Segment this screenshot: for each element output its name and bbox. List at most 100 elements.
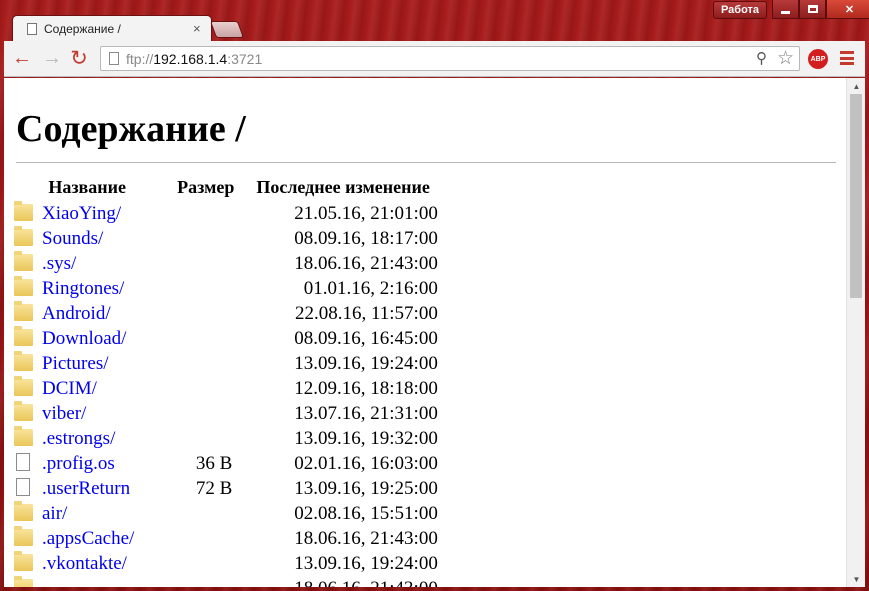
file-link[interactable]: .userReturn bbox=[42, 478, 130, 499]
file-link[interactable]: air/ bbox=[42, 503, 67, 524]
folder-icon bbox=[14, 350, 33, 371]
file-size-cell bbox=[134, 351, 234, 376]
file-modified-cell: 22.08.16, 11:57:00 bbox=[294, 302, 438, 324]
file-modified-cell: 21.05.16, 21:01:00 bbox=[294, 202, 438, 224]
file-name-cell: .profig.os bbox=[14, 451, 134, 476]
table-row: viber/13.07.16, 21:31:00 bbox=[14, 400, 438, 426]
file-link[interactable]: .vkontakte/ bbox=[42, 553, 127, 574]
zoom-icon[interactable]: ⚲ bbox=[756, 49, 767, 67]
file-name-cell bbox=[14, 575, 134, 587]
folder-icon bbox=[14, 550, 33, 571]
table-row: .appsCache/18.06.16, 21:43:00 bbox=[14, 525, 438, 551]
close-icon: ✕ bbox=[844, 3, 855, 16]
reload-button[interactable]: ↻ bbox=[68, 47, 90, 69]
file-name-cell: viber/ bbox=[14, 400, 134, 426]
file-modified-cell: 13.09.16, 19:24:00 bbox=[294, 552, 438, 574]
file-link[interactable]: viber/ bbox=[42, 403, 86, 424]
vertical-scrollbar[interactable]: ▲ ▼ bbox=[846, 78, 865, 587]
tab-close-icon[interactable]: × bbox=[193, 21, 201, 36]
column-header-size[interactable]: Размер bbox=[134, 176, 234, 201]
file-link[interactable]: XiaoYing/ bbox=[42, 203, 121, 224]
table-row: DCIM/12.09.16, 18:18:00 bbox=[14, 375, 438, 401]
file-link[interactable]: DCIM/ bbox=[42, 378, 97, 399]
table-row: XiaoYing/21.05.16, 21:01:00 bbox=[14, 200, 438, 226]
file-link[interactable]: .profig.os bbox=[42, 453, 115, 474]
file-name-cell: air/ bbox=[14, 500, 134, 526]
file-name-cell: Download/ bbox=[14, 325, 134, 351]
close-window-button[interactable]: ✕ bbox=[826, 0, 869, 19]
folder-icon bbox=[14, 250, 33, 271]
scroll-down-arrow-icon[interactable]: ▼ bbox=[847, 572, 866, 586]
file-link[interactable]: .estrongs/ bbox=[42, 428, 115, 449]
file-link[interactable]: Sounds/ bbox=[42, 228, 103, 249]
column-header-modified[interactable]: Последнее изменение bbox=[234, 176, 438, 201]
table-row: Sounds/08.09.16, 18:17:00 bbox=[14, 225, 438, 251]
folder-icon bbox=[14, 300, 33, 321]
forward-button[interactable]: → bbox=[41, 47, 63, 69]
address-bar[interactable]: ftp://192.168.1.4:3721 ⚲ ☆ bbox=[100, 46, 800, 71]
file-name-cell: .vkontakte/ bbox=[14, 550, 134, 576]
url-text[interactable]: ftp://192.168.1.4:3721 bbox=[126, 51, 262, 67]
menu-icon[interactable] bbox=[840, 51, 854, 65]
url-port: :3721 bbox=[227, 51, 263, 67]
page-icon bbox=[27, 23, 37, 35]
file-link[interactable]: Download/ bbox=[42, 328, 126, 349]
table-row: Android/22.08.16, 11:57:00 bbox=[14, 300, 438, 326]
file-icon bbox=[16, 452, 30, 471]
file-size-cell bbox=[134, 526, 234, 551]
file-link[interactable]: .appsCache/ bbox=[42, 528, 134, 549]
forward-arrow-icon: → bbox=[42, 47, 62, 69]
table-row: air/02.08.16, 15:51:00 bbox=[14, 500, 438, 526]
file-size-cell bbox=[134, 201, 234, 226]
scrollbar-thumb[interactable] bbox=[850, 94, 862, 298]
maximize-icon bbox=[807, 5, 818, 13]
file-link[interactable]: Pictures/ bbox=[42, 353, 109, 374]
reload-icon: ↻ bbox=[70, 46, 88, 70]
file-size-cell bbox=[134, 326, 234, 351]
table-row: .vkontakte/13.09.16, 19:24:00 bbox=[14, 550, 438, 576]
file-name-cell: Android/ bbox=[14, 300, 134, 326]
file-size-cell: 72 B bbox=[195, 477, 233, 499]
file-name-cell: .sys/ bbox=[14, 250, 134, 276]
file-size-cell: 36 B bbox=[195, 452, 233, 474]
file-link[interactable]: Ringtones/ bbox=[42, 278, 124, 299]
file-modified-cell: 18.06.16, 21:43:00 bbox=[234, 576, 438, 588]
file-modified-cell: 02.01.16, 16:03:00 bbox=[294, 452, 438, 474]
file-modified-cell: 12.09.16, 18:18:00 bbox=[294, 377, 438, 399]
file-name-cell: DCIM/ bbox=[14, 375, 134, 401]
tab-active[interactable]: Содержание / × bbox=[12, 15, 212, 42]
folder-icon bbox=[14, 275, 33, 296]
file-name-cell: .userReturn bbox=[14, 476, 134, 501]
file-modified-cell: 02.08.16, 15:51:00 bbox=[294, 502, 438, 524]
file-name-cell: Ringtones/ bbox=[14, 275, 134, 301]
file-size-cell bbox=[134, 301, 234, 326]
file-name-cell: .estrongs/ bbox=[14, 425, 134, 451]
table-row: .sys/18.06.16, 21:43:00 bbox=[14, 250, 438, 276]
back-arrow-icon: ← bbox=[12, 47, 32, 69]
table-header-row: Название Размер Последнее изменение bbox=[14, 176, 438, 201]
file-name-cell: Pictures/ bbox=[14, 350, 134, 376]
file-size-cell bbox=[134, 401, 234, 426]
file-link[interactable]: .sys/ bbox=[42, 253, 76, 274]
column-header-name[interactable]: Название bbox=[14, 176, 134, 201]
profile-button[interactable]: Работа bbox=[713, 1, 767, 19]
file-modified-cell: 13.09.16, 19:25:00 bbox=[294, 477, 438, 499]
scroll-up-arrow-icon[interactable]: ▲ bbox=[847, 79, 866, 93]
table-row: .userReturn 72 B 13.09.16, 19:25:00 bbox=[14, 476, 438, 501]
file-size-cell bbox=[134, 251, 234, 276]
file-size-cell bbox=[134, 576, 234, 587]
file-size-cell bbox=[134, 551, 234, 576]
minimize-button[interactable] bbox=[772, 0, 799, 19]
file-size-cell bbox=[134, 276, 234, 301]
adblock-plus-icon[interactable]: ABP bbox=[808, 49, 828, 69]
new-tab-button[interactable] bbox=[209, 21, 245, 38]
file-modified-cell: 08.09.16, 18:17:00 bbox=[294, 227, 438, 249]
table-row: 18.06.16, 21:43:00 bbox=[14, 575, 438, 588]
file-modified-cell: 18.06.16, 21:43:00 bbox=[294, 252, 438, 274]
file-modified-cell: 13.09.16, 19:32:00 bbox=[294, 427, 438, 449]
file-modified-cell: 18.06.16, 21:43:00 bbox=[294, 527, 438, 549]
back-button[interactable]: ← bbox=[11, 47, 33, 69]
file-link[interactable]: Android/ bbox=[42, 303, 111, 324]
bookmark-star-icon[interactable]: ☆ bbox=[777, 47, 794, 70]
maximize-button[interactable] bbox=[799, 0, 826, 19]
